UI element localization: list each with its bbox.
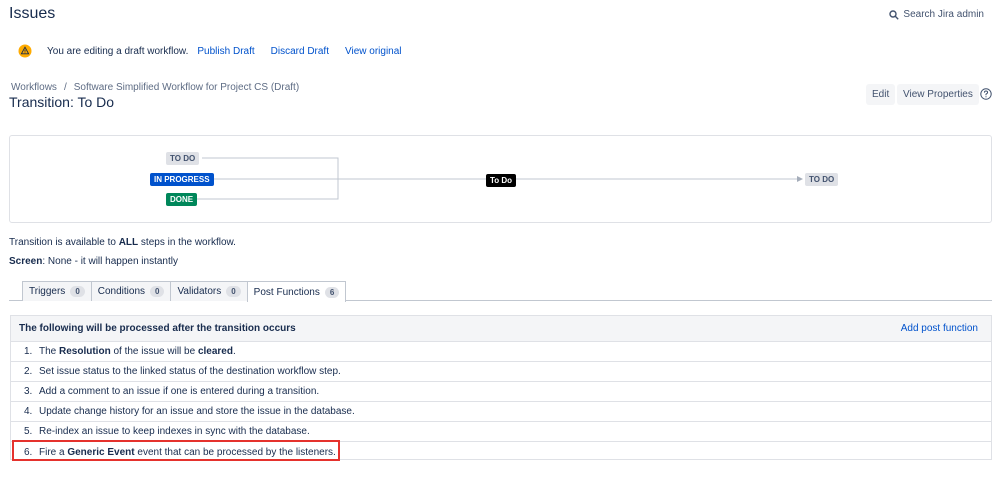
tab-count-badge: 0: [150, 286, 165, 297]
post-function-row: 2. Set issue status to the linked status …: [11, 362, 991, 382]
availability-text: Transition is available to ALL steps in …: [9, 237, 236, 248]
tab-validators[interactable]: Validators 0: [170, 281, 248, 301]
source-status-in-progress: IN PROGRESS: [150, 173, 214, 186]
post-function-row: 3. Add a comment to an issue if one is en…: [11, 382, 991, 402]
view-original-link[interactable]: View original: [345, 46, 402, 57]
tab-post-functions[interactable]: Post Functions 6: [246, 281, 347, 302]
breadcrumb-current: Software Simplified Workflow for Project…: [73, 82, 300, 93]
draft-message: You are editing a draft workflow.: [47, 45, 189, 57]
tab-count-badge: 6: [324, 286, 340, 298]
post-functions-header: The following will be processed after th…: [11, 316, 991, 342]
search-label: Search Jira admin: [903, 9, 984, 20]
post-functions-heading: The following will be processed after th…: [19, 323, 296, 334]
publish-draft-link[interactable]: Publish Draft: [197, 46, 254, 57]
breadcrumb: Workflows / Software Simplified Workflow f…: [11, 82, 299, 93]
breadcrumb-workflows[interactable]: Workflows: [11, 82, 57, 93]
transition-title: Transition: To Do: [9, 94, 115, 110]
tab-count-badge: 0: [70, 286, 85, 297]
tab-triggers[interactable]: Triggers 0: [22, 281, 92, 301]
source-status-done: DONE: [166, 193, 198, 206]
screen-text: Screen: None - it will happen instantly: [9, 256, 178, 267]
workflow-diagram: TO DO IN PROGRESS DONE To Do TO DO: [9, 135, 992, 223]
discard-draft-link[interactable]: Discard Draft: [271, 46, 329, 57]
warning-icon: [18, 44, 32, 58]
post-function-row: 5. Re-index an issue to keep indexes in s…: [11, 422, 991, 442]
tab-count-badge: 0: [226, 286, 241, 297]
help-icon[interactable]: [980, 88, 992, 100]
search-icon: [889, 9, 900, 20]
tab-conditions[interactable]: Conditions 0: [90, 281, 172, 301]
view-properties-button[interactable]: View Properties: [897, 84, 979, 105]
draft-banner: You are editing a draft workflow. Publis…: [18, 44, 418, 58]
source-status-todo: TO DO: [166, 152, 200, 165]
transition-label: To Do: [486, 174, 517, 187]
add-post-function-link[interactable]: Add post function: [901, 323, 978, 334]
post-functions-panel: The following will be processed after th…: [10, 315, 992, 460]
edit-button[interactable]: Edit: [866, 84, 896, 105]
post-function-row: 4. Update change history for an issue and…: [11, 402, 991, 422]
transition-tabs: Triggers 0 Conditions 0 Validators 0 Post F…: [22, 281, 347, 302]
page-title: Issues: [9, 5, 56, 22]
highlight-box: [12, 440, 340, 461]
post-function-row: 1. The Resolution of the issue will be cl…: [11, 342, 991, 362]
breadcrumb-separator: /: [63, 82, 67, 93]
target-status-todo: TO DO: [805, 173, 839, 186]
search-admin-link[interactable]: Search Jira admin: [889, 9, 984, 20]
